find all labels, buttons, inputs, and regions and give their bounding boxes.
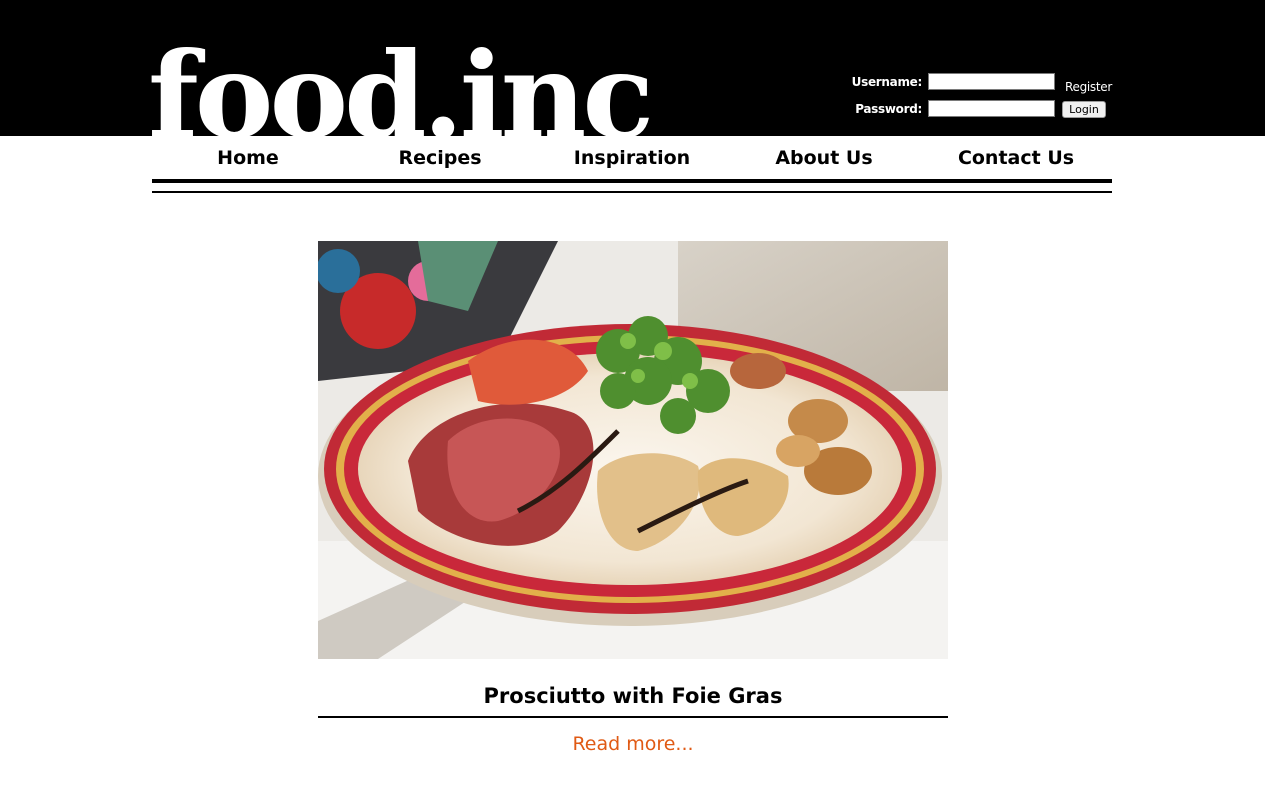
username-input[interactable] [928, 73, 1055, 90]
read-more-link[interactable]: Read more... [318, 730, 948, 758]
plated-dish-image [318, 241, 948, 659]
nav-divider-thin [152, 191, 1112, 193]
main-nav: Home Recipes Inspiration About Us Contac… [152, 140, 1112, 178]
nav-item-contact-us[interactable]: Contact Us [920, 140, 1112, 178]
nav-divider-thick [152, 179, 1112, 183]
featured-photo[interactable] [318, 241, 948, 659]
site-logo[interactable]: food.inc [148, 26, 654, 136]
password-label: Password: [855, 102, 922, 116]
nav-item-inspiration[interactable]: Inspiration [536, 140, 728, 178]
header-bar: food.inc Username: Password: Register Lo… [0, 0, 1265, 136]
login-button[interactable]: Login [1062, 101, 1106, 118]
nav-item-about-us[interactable]: About Us [728, 140, 920, 178]
nav-item-recipes[interactable]: Recipes [344, 140, 536, 178]
username-label: Username: [851, 75, 923, 89]
nav-item-home[interactable]: Home [152, 140, 344, 178]
login-form: Username: Password: Register Login [840, 72, 1130, 124]
post-divider [318, 716, 948, 718]
password-input[interactable] [928, 100, 1055, 117]
register-link[interactable]: Register [1065, 80, 1112, 94]
post-title[interactable]: Prosciutto with Foie Gras [318, 680, 948, 712]
